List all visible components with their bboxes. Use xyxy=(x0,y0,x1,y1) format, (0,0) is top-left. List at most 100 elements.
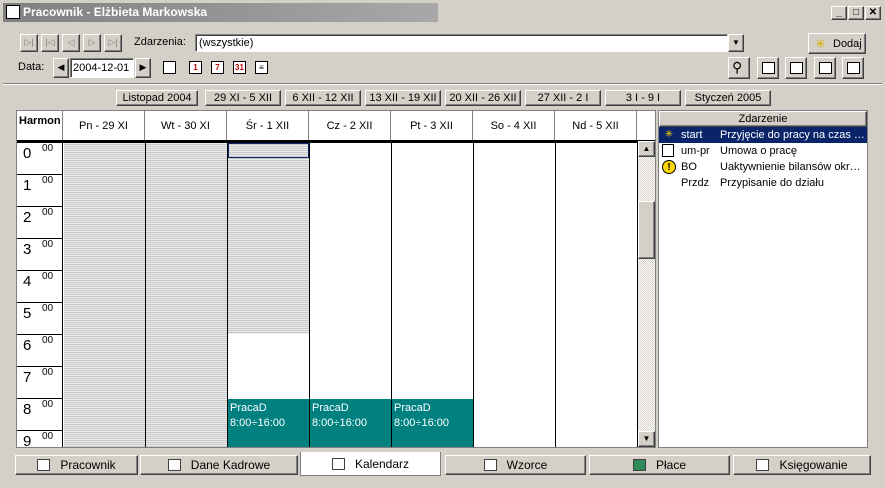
hour-cell: 5 00 xyxy=(17,303,63,335)
day-header-mon[interactable]: Pn - 29 XI xyxy=(63,111,145,141)
period-button-week[interactable]: 27 XII - 2 I xyxy=(525,90,601,106)
tab-dane-kadrowe[interactable]: Dane Kadrowe xyxy=(140,455,298,475)
hour-cell: 9 00 xyxy=(17,431,63,447)
calendar-add-button[interactable] xyxy=(814,57,836,79)
chevron-down-icon: ▼ xyxy=(642,434,651,443)
hour-cell: 4 00 xyxy=(17,271,63,303)
people-icon xyxy=(483,459,497,471)
nav-first-button[interactable]: ▷| xyxy=(20,34,38,52)
period-button-week[interactable]: 3 I - 9 I xyxy=(605,90,681,106)
month-view-button[interactable]: 31 xyxy=(230,58,250,78)
day-header-thu[interactable]: Cz - 2 XII xyxy=(309,111,391,141)
period-button-week[interactable]: 29 XI - 5 XII xyxy=(205,90,281,106)
hour-label: 7 xyxy=(23,369,32,386)
minute-label: 00 xyxy=(42,239,54,250)
add-button[interactable]: ✳ Dodaj xyxy=(808,33,866,54)
event-delete-button[interactable] xyxy=(785,57,807,79)
event-code: BO xyxy=(681,161,697,173)
document-icon xyxy=(662,144,674,157)
events-filter-input[interactable]: (wszystkie) xyxy=(195,34,728,52)
day-header-wed[interactable]: Śr - 1 XII xyxy=(227,111,309,141)
hour-cell: 6 00 xyxy=(17,335,63,367)
minute-label: 00 xyxy=(42,207,54,218)
calendar-event[interactable]: PracaD 8:00÷16:00 xyxy=(392,399,474,447)
day-header-sat[interactable]: So - 4 XII xyxy=(473,111,555,141)
event-code: Przdz xyxy=(681,177,710,189)
day-view-button[interactable]: 1 xyxy=(186,58,206,78)
period-button-week[interactable]: 6 XII - 12 XII xyxy=(285,90,361,106)
events-list-row[interactable]: ! BO Uaktywnienie bilansów okres... xyxy=(659,159,867,175)
minute-label: 00 xyxy=(42,271,54,282)
magnifier-icon: ⚲ xyxy=(732,59,743,75)
tab-ksiegowanie[interactable]: Księgowanie xyxy=(733,455,871,475)
column-separator xyxy=(145,141,146,447)
calculator-icon xyxy=(632,459,646,471)
nav-next-button[interactable]: ▷ xyxy=(83,34,101,52)
scroll-thumb[interactable] xyxy=(638,201,655,259)
week-view-button[interactable]: 7 xyxy=(208,58,228,78)
minimize-button[interactable]: _ xyxy=(831,6,847,20)
event-title: PracaD xyxy=(312,402,349,414)
period-button-week[interactable]: 20 XII - 26 XII xyxy=(445,90,521,106)
list-icon: ≡ xyxy=(255,61,268,74)
hour-cell: 7 00 xyxy=(17,367,63,399)
tab-pracownik[interactable]: Pracownik xyxy=(15,455,138,475)
events-list-row[interactable]: Przdz Przypisanie do działu xyxy=(659,175,867,191)
column-separator xyxy=(555,141,556,447)
non-working-hours-cell[interactable] xyxy=(228,143,309,334)
event-properties-icon xyxy=(762,62,775,74)
scroll-down-button[interactable]: ▼ xyxy=(638,431,655,447)
close-button[interactable]: ✕ xyxy=(865,6,881,20)
calendar-grid[interactable]: Harmon Pn - 29 XI Wt - 30 XI Śr - 1 XII … xyxy=(16,110,656,448)
calendar-vertical-scrollbar[interactable]: ▲ ▼ xyxy=(638,141,655,447)
nav-begin-button[interactable]: |◁ xyxy=(41,34,59,52)
tab-kalendarz[interactable]: Kalendarz xyxy=(300,452,441,476)
scroll-up-button[interactable]: ▲ xyxy=(638,141,655,157)
period-button-next-month[interactable]: Styczeń 2005 xyxy=(685,90,771,106)
day-header-sun[interactable]: Nd - 5 XII xyxy=(555,111,637,141)
period-button-prev-month[interactable]: Listopad 2004 xyxy=(116,90,198,106)
tab-wzorce[interactable]: Wzorce xyxy=(445,455,586,475)
warning-icon: ! xyxy=(662,160,676,174)
list-view-button[interactable]: ≡ xyxy=(252,58,272,78)
selected-time-cell[interactable] xyxy=(228,143,309,158)
events-filter-dropdown-button[interactable]: ▼ xyxy=(728,34,744,52)
minute-label: 00 xyxy=(42,143,54,154)
calendar-event[interactable]: PracaD 8:00÷16:00 xyxy=(228,399,310,447)
hour-label: 2 xyxy=(23,209,32,226)
non-working-day-cell[interactable] xyxy=(146,143,227,447)
hour-label: 1 xyxy=(23,177,32,194)
maximize-button[interactable]: □ xyxy=(848,6,864,20)
date-next-button[interactable]: ▶ xyxy=(135,58,151,78)
day-header-tue[interactable]: Wt - 30 XI xyxy=(145,111,227,141)
window-title: Pracownik - Elżbieta Markowska xyxy=(23,5,208,19)
star-icon: ✳ xyxy=(815,36,826,51)
calendar-grid-icon xyxy=(163,61,176,74)
separator xyxy=(3,84,882,85)
chevron-down-icon: ▼ xyxy=(732,38,740,47)
nav-prev-button[interactable]: ◁ xyxy=(62,34,80,52)
nav-last-button[interactable]: ▷| xyxy=(104,34,122,52)
date-prev-button[interactable]: ◀ xyxy=(53,58,69,78)
minute-label: 00 xyxy=(42,335,54,346)
calendar-print-button[interactable] xyxy=(842,57,864,79)
tab-label: Pracownik xyxy=(60,458,116,472)
calendar-corner-label: Harmon xyxy=(17,111,63,141)
date-label: Data: xyxy=(18,61,45,73)
non-working-day-cell[interactable] xyxy=(64,143,145,447)
calendar-view-button[interactable] xyxy=(160,58,180,78)
document-icon xyxy=(167,459,181,471)
events-list-header[interactable]: Zdarzenie xyxy=(659,111,867,127)
period-button-week[interactable]: 13 XII - 19 XII xyxy=(365,90,441,106)
date-input[interactable]: 2004-12-01 xyxy=(70,58,134,78)
search-button[interactable]: ⚲ xyxy=(728,57,750,79)
events-list[interactable]: Zdarzenie ✳ start Przyjęcie do pracy na … xyxy=(658,110,868,448)
app-icon[interactable] xyxy=(6,5,20,19)
event-properties-button[interactable] xyxy=(757,57,779,79)
events-list-row[interactable]: um-pr Umowa o pracę xyxy=(659,143,867,159)
tab-place[interactable]: Płace xyxy=(589,455,730,475)
add-button-label: Dodaj xyxy=(833,38,862,50)
day-header-fri[interactable]: Pt - 3 XII xyxy=(391,111,473,141)
events-list-row[interactable]: ✳ start Przyjęcie do pracy na czas ni... xyxy=(659,127,867,143)
calendar-event[interactable]: PracaD 8:00÷16:00 xyxy=(310,399,392,447)
